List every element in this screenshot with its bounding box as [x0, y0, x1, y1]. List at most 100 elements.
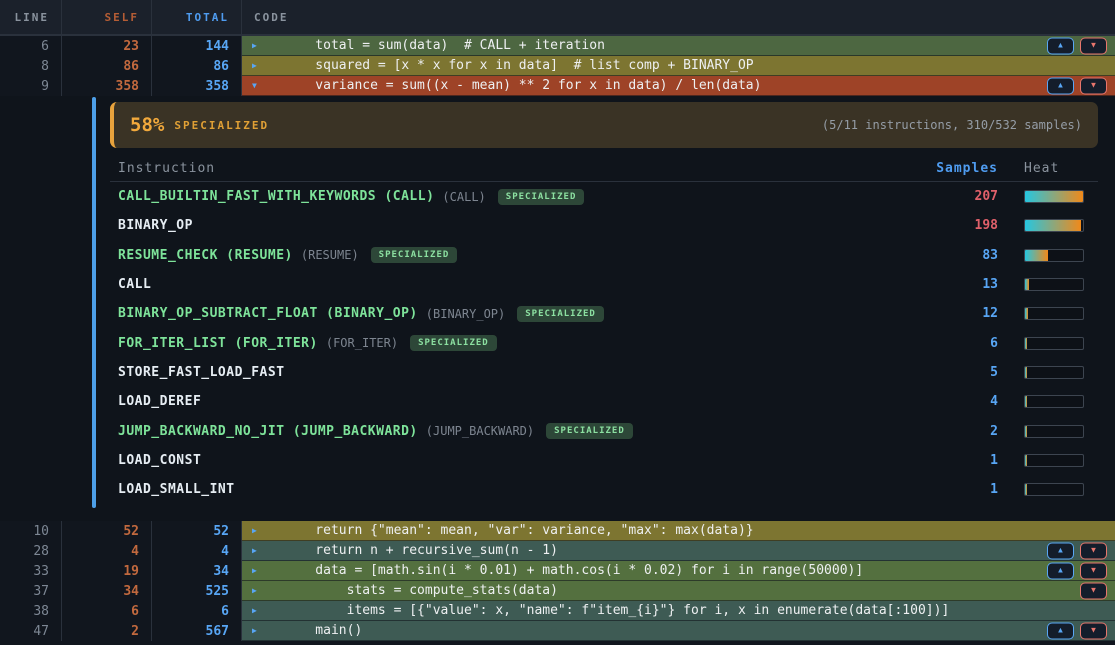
- move-down-button[interactable]: ▼: [1080, 542, 1107, 559]
- instruction-name: FOR_ITER_LIST (FOR_ITER): [118, 336, 318, 351]
- line-number: 28: [0, 541, 62, 561]
- heat-bar-fill: [1025, 426, 1027, 437]
- instruction-name: JUMP_BACKWARD_NO_JIT (JUMP_BACKWARD): [118, 424, 418, 439]
- instruction-name: LOAD_DEREF: [118, 394, 201, 409]
- code-text: return n + recursive_sum(n - 1): [284, 543, 558, 558]
- heat-bar-fill: [1025, 455, 1027, 466]
- specialized-percent: 58%: [130, 114, 164, 136]
- column-header-samples: Samples: [920, 161, 1010, 176]
- instruction-rows: CALL_BUILTIN_FAST_WITH_KEYWORDS (CALL) (…: [110, 182, 1098, 504]
- move-down-button[interactable]: ▼: [1080, 582, 1107, 599]
- instruction-row: BINARY_OP 198: [110, 211, 1098, 240]
- line-number: 9: [0, 76, 62, 96]
- heat-bar: [1024, 454, 1084, 467]
- heat-bar-fill: [1025, 396, 1027, 407]
- code-row[interactable]: 28 4 4 ▶ return n + recursive_sum(n - 1)…: [0, 541, 1115, 561]
- total-samples: 34: [152, 561, 242, 581]
- self-samples: 6: [62, 601, 152, 621]
- total-samples: 4: [152, 541, 242, 561]
- code-row[interactable]: 9 358 358 ▼ variance = sum((x - mean) **…: [0, 76, 1115, 96]
- base-instruction-name: (RESUME): [301, 248, 359, 262]
- move-up-button[interactable]: ▲: [1047, 77, 1074, 94]
- line-number: 38: [0, 601, 62, 621]
- line-number: 8: [0, 56, 62, 76]
- base-instruction-name: (JUMP_BACKWARD): [426, 424, 534, 438]
- move-up-button[interactable]: ▲: [1047, 37, 1074, 54]
- code-cell[interactable]: ▶ items = [{"value": x, "name": f"item_{…: [242, 601, 1115, 621]
- instruction-name: RESUME_CHECK (RESUME): [118, 248, 293, 263]
- heat-bar-fill: [1025, 220, 1081, 231]
- line-number: 33: [0, 561, 62, 581]
- total-samples: 525: [152, 581, 242, 601]
- instruction-row: LOAD_CONST 1: [110, 446, 1098, 475]
- self-samples: 358: [62, 76, 152, 96]
- heat-bar: [1024, 190, 1084, 203]
- instruction-samples: 198: [920, 218, 1010, 233]
- expand-collapse-icon[interactable]: ▶: [252, 566, 268, 575]
- code-row[interactable]: 10 52 52 ▶ return {"mean": mean, "var": …: [0, 521, 1115, 541]
- code-text: return {"mean": mean, "var": variance, "…: [284, 523, 754, 538]
- expand-collapse-icon[interactable]: ▶: [252, 41, 268, 50]
- specialization-counts: (5/11 instructions, 310/532 samples): [822, 118, 1082, 132]
- instruction-row: LOAD_DEREF 4: [110, 387, 1098, 416]
- move-up-button[interactable]: ▲: [1047, 562, 1074, 579]
- code-row[interactable]: 33 19 34 ▶ data = [math.sin(i * 0.01) + …: [0, 561, 1115, 581]
- code-text: total = sum(data) # CALL + iteration: [284, 38, 605, 53]
- code-row[interactable]: 47 2 567 ▶ main() ▲ ▼: [0, 621, 1115, 641]
- code-row[interactable]: 6 23 144 ▶ total = sum(data) # CALL + it…: [0, 36, 1115, 56]
- expand-collapse-icon[interactable]: ▶: [252, 586, 268, 595]
- instruction-samples: 13: [920, 277, 1010, 292]
- code-cell[interactable]: ▶ main() ▲ ▼: [242, 621, 1115, 641]
- move-down-button[interactable]: ▼: [1080, 77, 1107, 94]
- instruction-samples: 1: [920, 453, 1010, 468]
- heat-bar-fill: [1025, 191, 1083, 202]
- code-cell[interactable]: ▶ return {"mean": mean, "var": variance,…: [242, 521, 1115, 541]
- expand-collapse-icon[interactable]: ▶: [252, 61, 268, 70]
- heat-bar: [1024, 483, 1084, 496]
- line-number: 10: [0, 521, 62, 541]
- code-cell[interactable]: ▶ squared = [x * x for x in data] # list…: [242, 56, 1115, 76]
- self-samples: 52: [62, 521, 152, 541]
- code-cell[interactable]: ▼ variance = sum((x - mean) ** 2 for x i…: [242, 76, 1115, 96]
- code-cell[interactable]: ▶ total = sum(data) # CALL + iteration ▲…: [242, 36, 1115, 56]
- instruction-samples: 207: [920, 189, 1010, 204]
- base-instruction-name: (FOR_ITER): [326, 336, 398, 350]
- specialized-badge: SPECIALIZED: [410, 335, 497, 351]
- expand-collapse-icon[interactable]: ▶: [252, 526, 268, 535]
- expand-collapse-icon[interactable]: ▼: [252, 81, 268, 90]
- heat-bar: [1024, 425, 1084, 438]
- heat-bar: [1024, 395, 1084, 408]
- move-up-button[interactable]: ▲: [1047, 622, 1074, 639]
- specialized-label: SPECIALIZED: [174, 119, 269, 132]
- column-header-self: SELF: [62, 0, 152, 34]
- total-samples: 358: [152, 76, 242, 96]
- total-samples: 567: [152, 621, 242, 641]
- heat-bar-fill: [1025, 338, 1027, 349]
- column-header-total: TOTAL: [152, 0, 242, 34]
- code-rows-bottom: 10 52 52 ▶ return {"mean": mean, "var": …: [0, 521, 1115, 641]
- move-down-button[interactable]: ▼: [1080, 562, 1107, 579]
- specialization-summary-banner: 58% SPECIALIZED (5/11 instructions, 310/…: [110, 102, 1098, 148]
- code-row[interactable]: 38 6 6 ▶ items = [{"value": x, "name": f…: [0, 601, 1115, 621]
- code-row[interactable]: 8 86 86 ▶ squared = [x * x for x in data…: [0, 56, 1115, 76]
- expand-collapse-icon[interactable]: ▶: [252, 626, 268, 635]
- move-down-button[interactable]: ▼: [1080, 37, 1107, 54]
- expand-collapse-icon[interactable]: ▶: [252, 606, 268, 615]
- total-samples: 86: [152, 56, 242, 76]
- code-cell[interactable]: ▶ data = [math.sin(i * 0.01) + math.cos(…: [242, 561, 1115, 581]
- move-up-button[interactable]: ▲: [1047, 542, 1074, 559]
- code-cell[interactable]: ▶ stats = compute_stats(data) ▲ ▼: [242, 581, 1115, 601]
- instruction-samples: 2: [920, 424, 1010, 439]
- column-header-heat: Heat: [1024, 161, 1098, 176]
- instruction-name: BINARY_OP_SUBTRACT_FLOAT (BINARY_OP): [118, 306, 418, 321]
- code-cell[interactable]: ▶ return n + recursive_sum(n - 1) ▲ ▼: [242, 541, 1115, 561]
- expand-collapse-icon[interactable]: ▶: [252, 546, 268, 555]
- code-row[interactable]: 37 34 525 ▶ stats = compute_stats(data) …: [0, 581, 1115, 601]
- self-samples: 86: [62, 56, 152, 76]
- code-text: stats = compute_stats(data): [284, 583, 558, 598]
- total-samples: 52: [152, 521, 242, 541]
- instruction-name: CALL_BUILTIN_FAST_WITH_KEYWORDS (CALL): [118, 189, 434, 204]
- instruction-name: STORE_FAST_LOAD_FAST: [118, 365, 285, 380]
- move-down-button[interactable]: ▼: [1080, 622, 1107, 639]
- column-header-code: CODE: [242, 0, 1115, 34]
